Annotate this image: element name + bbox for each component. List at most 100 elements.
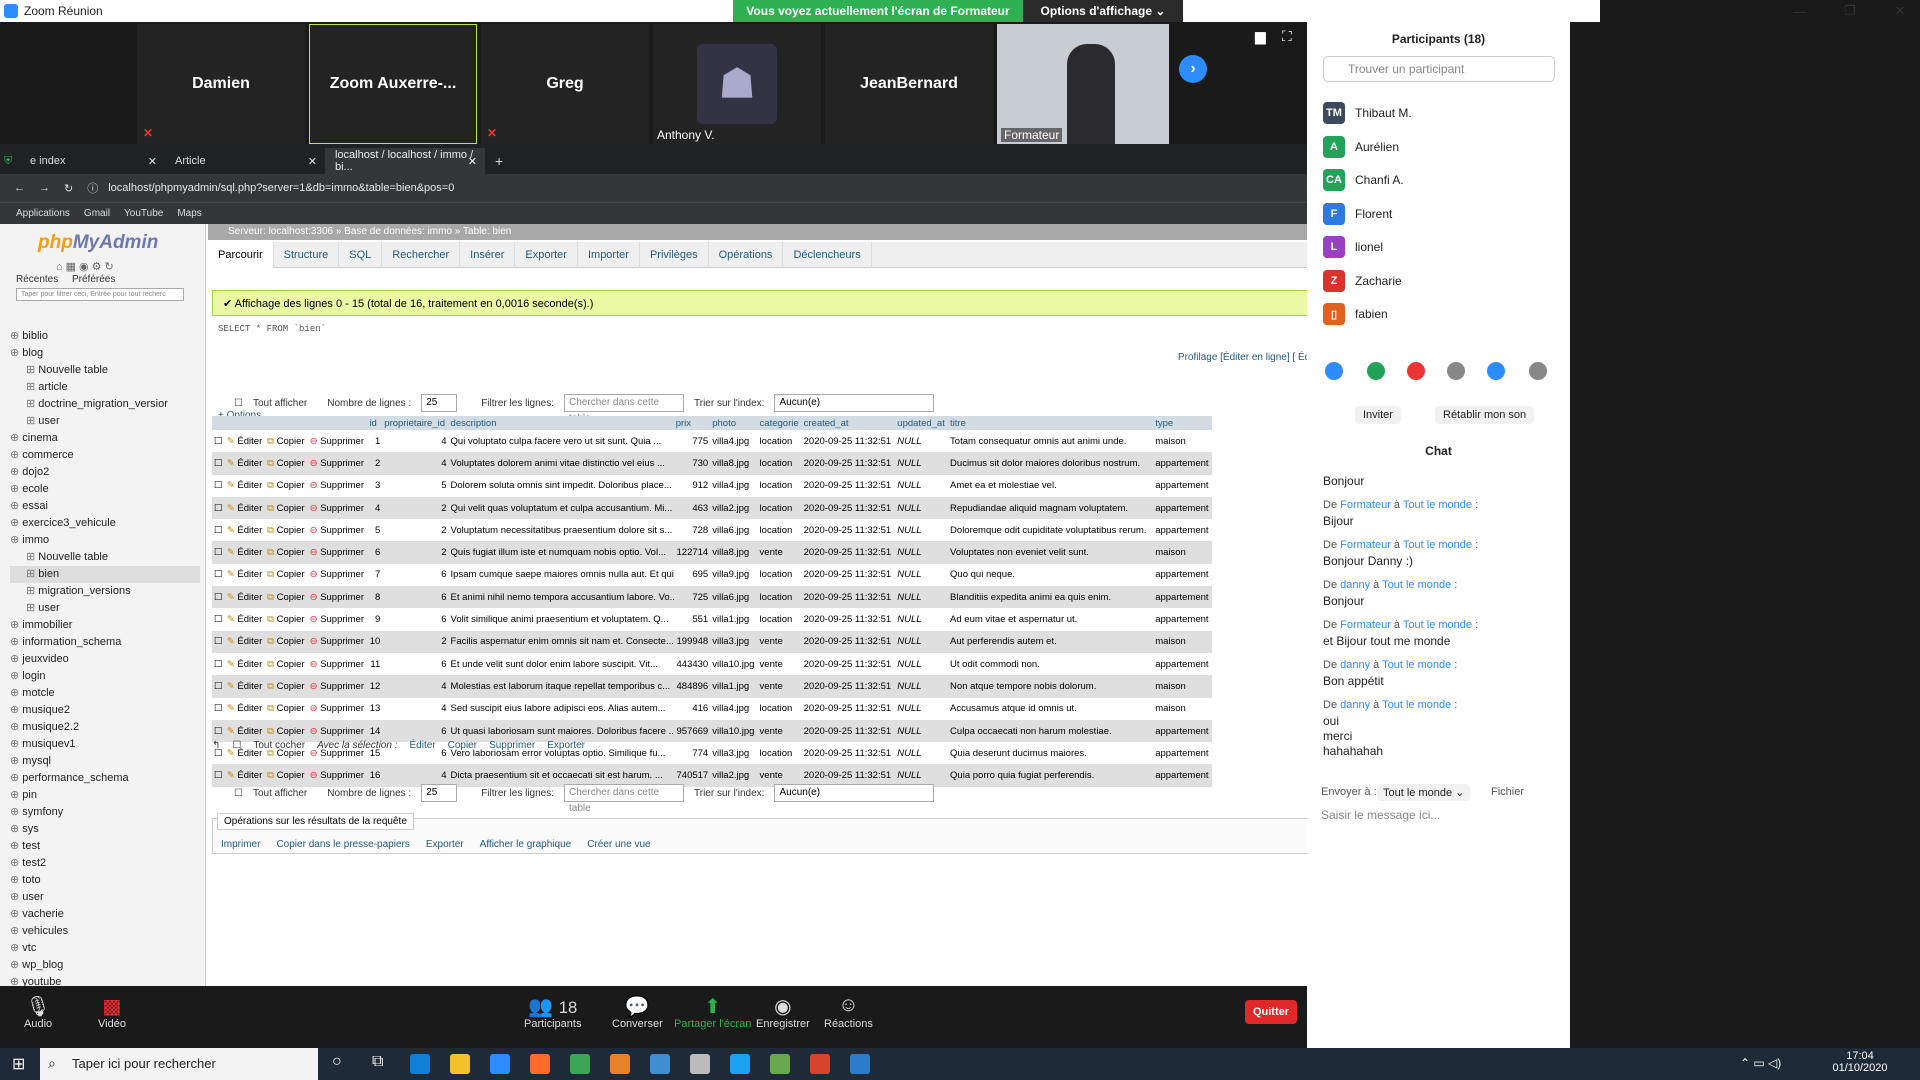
tree-item[interactable]: ⊕ information_schema — [10, 634, 200, 651]
table-cell[interactable]: NULL — [895, 652, 949, 676]
info-icon[interactable]: ⓘ — [87, 180, 98, 196]
chrome-icon[interactable] — [570, 1054, 590, 1074]
new-tab-icon[interactable]: + — [485, 148, 515, 174]
sender-name[interactable]: Formateur — [1340, 619, 1391, 631]
tray-icons[interactable]: ⌃ ▭ ◁) — [1740, 1056, 1781, 1070]
row-delete-link[interactable]: ⊖ Supprimer — [307, 652, 368, 676]
edge-icon[interactable] — [410, 1054, 430, 1074]
table-cell[interactable]: 5 — [382, 474, 449, 497]
table-cell[interactable]: villa10.jpg — [710, 652, 758, 676]
tree-item[interactable]: ⊕ musique2.2 — [10, 719, 200, 736]
table-cell[interactable]: villa8.jpg — [710, 452, 758, 475]
table-cell[interactable]: villa3.jpg — [710, 742, 758, 765]
tree-item[interactable]: ⊕ commerce — [10, 447, 200, 464]
tree-item[interactable]: ⊞ article — [10, 379, 200, 396]
task-view-icon[interactable]: ⧉ — [372, 1053, 383, 1071]
table-cell[interactable]: 774 — [673, 742, 711, 765]
quit-button[interactable]: Quitter — [1245, 1000, 1297, 1024]
table-cell[interactable]: Ducimus sit dolor maiores doloribus nost… — [948, 452, 1154, 475]
row-delete-link[interactable]: ⊖ Supprimer — [307, 430, 368, 453]
column-header[interactable]: prix — [673, 416, 711, 430]
rows-select[interactable]: 25 — [421, 784, 458, 802]
table-cell[interactable]: Quis fugiat illum iste et numquam nobis … — [448, 541, 674, 564]
table-cell[interactable]: vente — [757, 652, 802, 676]
table-cell[interactable]: NULL — [895, 474, 949, 497]
participant-item[interactable]: F Florent — [1323, 201, 1392, 227]
table-cell[interactable]: 2 — [382, 541, 449, 564]
row-delete-link[interactable]: ⊖ Supprimer — [307, 496, 368, 520]
tree-item[interactable]: ⊞ doctrine_migration_versior — [10, 396, 200, 413]
row-edit-link[interactable]: ✎ Éditer — [224, 630, 266, 653]
row-checkbox[interactable]: ☐ — [212, 652, 225, 676]
row-checkbox[interactable]: ☐ — [212, 474, 225, 497]
filter-input[interactable]: Chercher dans cette table — [564, 784, 685, 814]
table-cell[interactable]: Ut quasi laboriosam sunt maiores. Dolori… — [448, 719, 674, 743]
table-cell[interactable]: appartement — [1153, 586, 1212, 609]
table-cell[interactable]: location — [757, 430, 802, 453]
maximize-icon[interactable]: ❐ — [1830, 0, 1870, 22]
tree-item[interactable]: ⊕ dojo2 — [10, 464, 200, 481]
row-delete-link[interactable]: ⊖ Supprimer — [307, 586, 368, 609]
table-cell[interactable]: NULL — [895, 541, 949, 564]
bulk-copy-button[interactable]: Copier — [448, 740, 477, 751]
tree-item[interactable]: ⊕ test2 — [10, 855, 200, 872]
tree-item[interactable]: ⊕ motcle — [10, 685, 200, 702]
row-copy-link[interactable]: ⧉ Copier — [265, 697, 308, 720]
table-cell[interactable]: Ad eum vitae et aspernatur ut. — [948, 608, 1154, 631]
table-cell[interactable]: Culpa occaecati non harum molestiae. — [948, 719, 1154, 743]
table-cell[interactable]: villa4.jpg — [710, 474, 758, 497]
tree-item[interactable]: ⊞ user — [10, 600, 200, 617]
table-cell[interactable]: appartement — [1153, 719, 1212, 743]
table-cell[interactable]: vente — [757, 541, 802, 564]
tree-item[interactable]: ⊕ vacherie — [10, 906, 200, 923]
forward-icon[interactable]: → — [39, 182, 50, 194]
row-copy-link[interactable]: ⧉ Copier — [265, 496, 308, 520]
table-cell[interactable]: maison — [1153, 541, 1212, 564]
tree-item[interactable]: ⊕ user — [10, 889, 200, 906]
table-cell[interactable]: NULL — [895, 675, 949, 698]
table-cell[interactable]: appartement — [1153, 474, 1212, 497]
table-cell[interactable]: 7 — [367, 563, 383, 587]
table-cell[interactable]: NULL — [895, 742, 949, 765]
table-cell[interactable]: 6 — [382, 563, 449, 587]
table-cell[interactable]: Amet ea et molestiae vel. — [948, 474, 1154, 497]
sender-name[interactable]: danny — [1340, 659, 1370, 671]
row-delete-link[interactable]: ⊖ Supprimer — [307, 630, 368, 653]
row-checkbox[interactable]: ☐ — [212, 519, 225, 542]
row-edit-link[interactable]: ✎ Éditer — [224, 452, 266, 475]
file-button[interactable]: Fichier — [1491, 786, 1524, 798]
table-cell[interactable]: villa3.jpg — [710, 630, 758, 653]
row-checkbox[interactable]: ☐ — [212, 608, 225, 631]
row-copy-link[interactable]: ⧉ Copier — [265, 608, 308, 631]
table-cell[interactable]: appartement — [1153, 652, 1212, 676]
table-cell[interactable]: 730 — [673, 452, 711, 475]
pma-tab[interactable]: Rechercher — [382, 241, 461, 268]
participant-item[interactable]: TM Thibaut M. — [1323, 100, 1412, 126]
table-cell[interactable]: 13 — [367, 697, 383, 720]
layout-icon[interactable]: ▆ — [1255, 28, 1266, 45]
sort-select[interactable]: Aucun(e) — [774, 394, 935, 412]
row-checkbox[interactable]: ☐ — [212, 697, 225, 720]
table-cell[interactable]: 443430 — [673, 652, 711, 676]
table-cell[interactable]: villa9.jpg — [710, 563, 758, 587]
row-delete-link[interactable]: ⊖ Supprimer — [307, 563, 368, 587]
row-checkbox[interactable]: ☐ — [212, 541, 225, 564]
show-all-checkbox[interactable]: ☐ — [234, 398, 243, 409]
restore-sound-button[interactable]: Rétablir mon son — [1435, 406, 1535, 424]
row-edit-link[interactable]: ✎ Éditer — [224, 652, 266, 676]
table-cell[interactable]: maison — [1153, 697, 1212, 720]
table-cell[interactable]: 463 — [673, 496, 711, 520]
column-header[interactable]: description — [448, 416, 674, 430]
participant-item[interactable]: ▯ fabien — [1323, 301, 1388, 327]
browser-tab-active[interactable]: localhost / localhost / immo / bi... ✕ — [325, 148, 485, 174]
table-cell[interactable]: 4 — [382, 675, 449, 698]
raise-hand-icon[interactable] — [1325, 362, 1343, 380]
windows-start-icon[interactable]: ⊞ — [12, 1054, 25, 1074]
table-cell[interactable]: Quia porro quia fugiat perferendis. — [948, 764, 1154, 787]
sender-name[interactable]: Formateur — [1340, 499, 1391, 511]
table-cell[interactable]: villa8.jpg — [710, 541, 758, 564]
table-cell[interactable]: Blanditiis expedita animi ea quis enim. — [948, 586, 1154, 609]
table-cell[interactable]: 2020-09-25 11:32:51 — [801, 430, 896, 453]
column-header[interactable]: categorie — [757, 416, 802, 430]
row-copy-link[interactable]: ⧉ Copier — [265, 630, 308, 653]
